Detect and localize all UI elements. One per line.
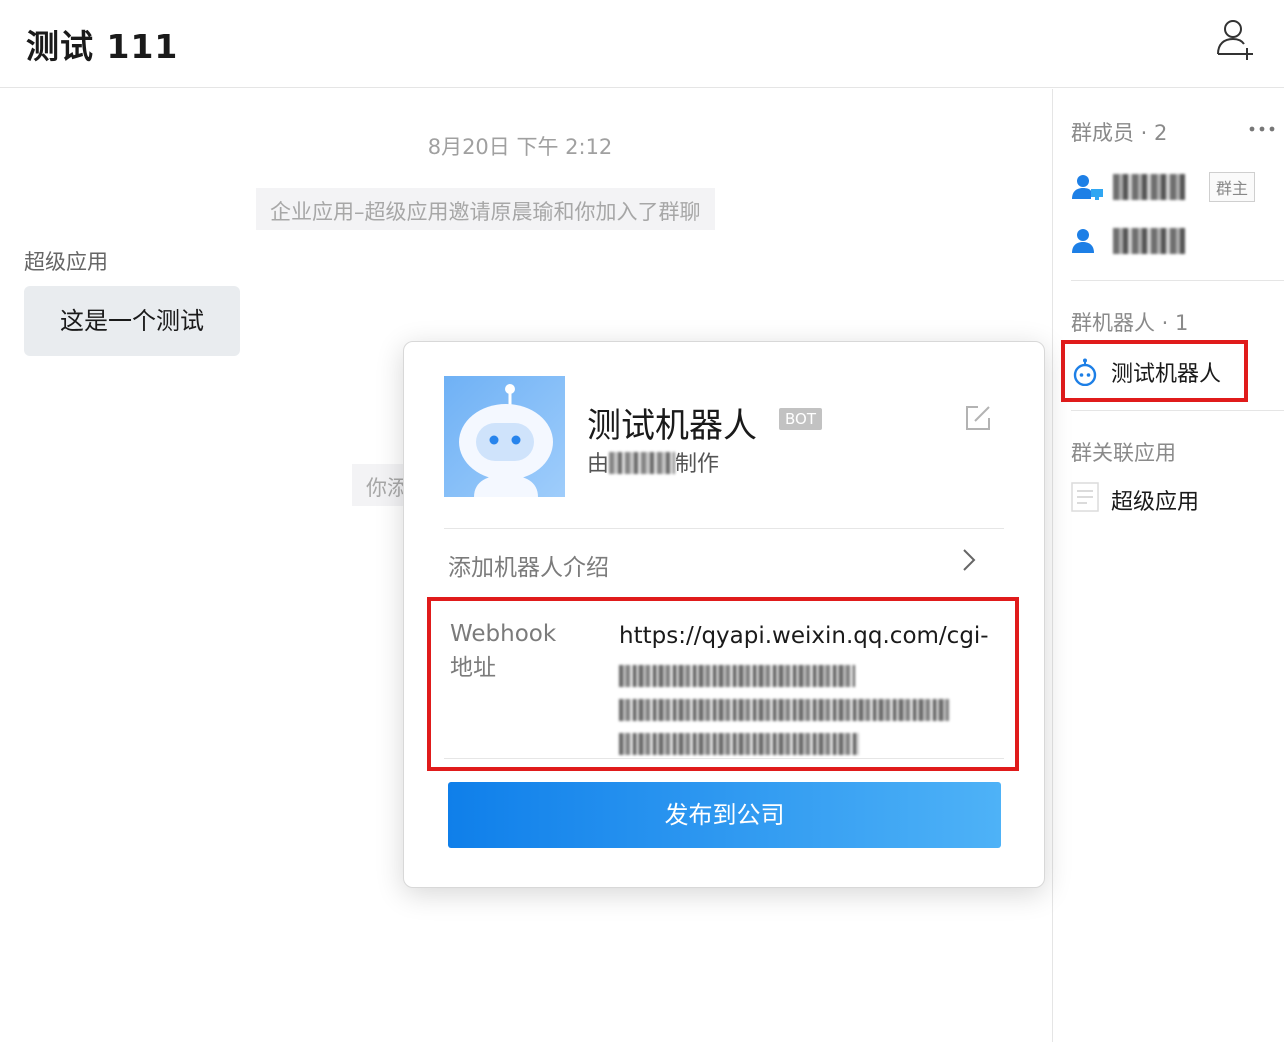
section-divider [1071, 410, 1284, 411]
document-icon [1071, 482, 1099, 512]
card-divider [444, 758, 1004, 759]
more-icon[interactable] [1247, 119, 1277, 139]
section-divider [1071, 280, 1284, 281]
member-name-redacted [1113, 174, 1185, 200]
message-sender: 超级应用 [24, 250, 108, 274]
robot-icon [1073, 358, 1097, 386]
bot-item-label: 测试机器人 [1111, 362, 1222, 387]
webhook-url-redacted [619, 733, 859, 755]
linked-app-label: 超级应用 [1111, 490, 1200, 515]
member-admin-icon [1072, 175, 1103, 200]
bot-avatar [444, 376, 565, 497]
members-section-title: 群成员 · 2 [1071, 121, 1168, 145]
webhook-section: Webhook 地址 https://qyapi.weixin.qq.com/c… [427, 597, 1019, 771]
popup-bot-name: 测试机器人 [587, 406, 757, 446]
member-row[interactable] [1071, 224, 1271, 258]
add-intro-row[interactable]: 添加机器人介绍 [444, 530, 1004, 594]
group-info-panel: 群成员 · 2 群主 群机器人 · 1 测试机器人 群关联应用 超级应用 [1052, 89, 1284, 1042]
creator-suffix: 制作 [675, 452, 720, 477]
webhook-label: Webhook 地址 [450, 621, 557, 681]
owner-badge: 群主 [1209, 172, 1256, 202]
bot-info-popup: 测试机器人 BOT 由 制作 添加机器人介绍 Webhook 地址 https:/… [403, 341, 1045, 888]
webhook-url-redacted [619, 699, 949, 721]
creator-prefix: 由 [587, 452, 610, 477]
bot-creator: 由 制作 [587, 446, 719, 478]
linked-app-item[interactable]: 超级应用 [1071, 482, 1271, 518]
chat-header: 测试 111 [0, 0, 1284, 88]
add-person-icon[interactable] [1212, 16, 1258, 62]
message-timestamp: 8月20日 下午 2:12 [427, 135, 613, 159]
webhook-url[interactable]: https://qyapi.weixin.qq.com/cgi- [619, 619, 1011, 755]
webhook-url-visible: https://qyapi.weixin.qq.com/cgi- [619, 623, 989, 649]
add-intro-label: 添加机器人介绍 [448, 555, 609, 581]
card-divider [444, 528, 1004, 529]
apps-section-title: 群关联应用 [1071, 441, 1176, 465]
member-icon [1072, 229, 1094, 253]
group-bot-item[interactable]: 测试机器人 [1061, 340, 1248, 402]
system-notice: 企业应用–超级应用邀请原晨瑜和你加入了群聊 [256, 188, 715, 230]
member-name-redacted [1113, 228, 1185, 254]
publish-to-company-button[interactable]: 发布到公司 [448, 782, 1001, 848]
bots-section-title: 群机器人 · 1 [1071, 311, 1189, 335]
creator-name-redacted [609, 452, 676, 474]
message-bubble[interactable]: 这是一个测试 [24, 286, 240, 356]
edit-icon[interactable] [964, 404, 992, 432]
webhook-url-redacted [619, 665, 855, 687]
bot-badge: BOT [779, 408, 822, 430]
chevron-right-icon [963, 549, 976, 571]
member-row-owner[interactable]: 群主 [1071, 170, 1271, 204]
chat-title: 测试 111 [26, 27, 179, 66]
